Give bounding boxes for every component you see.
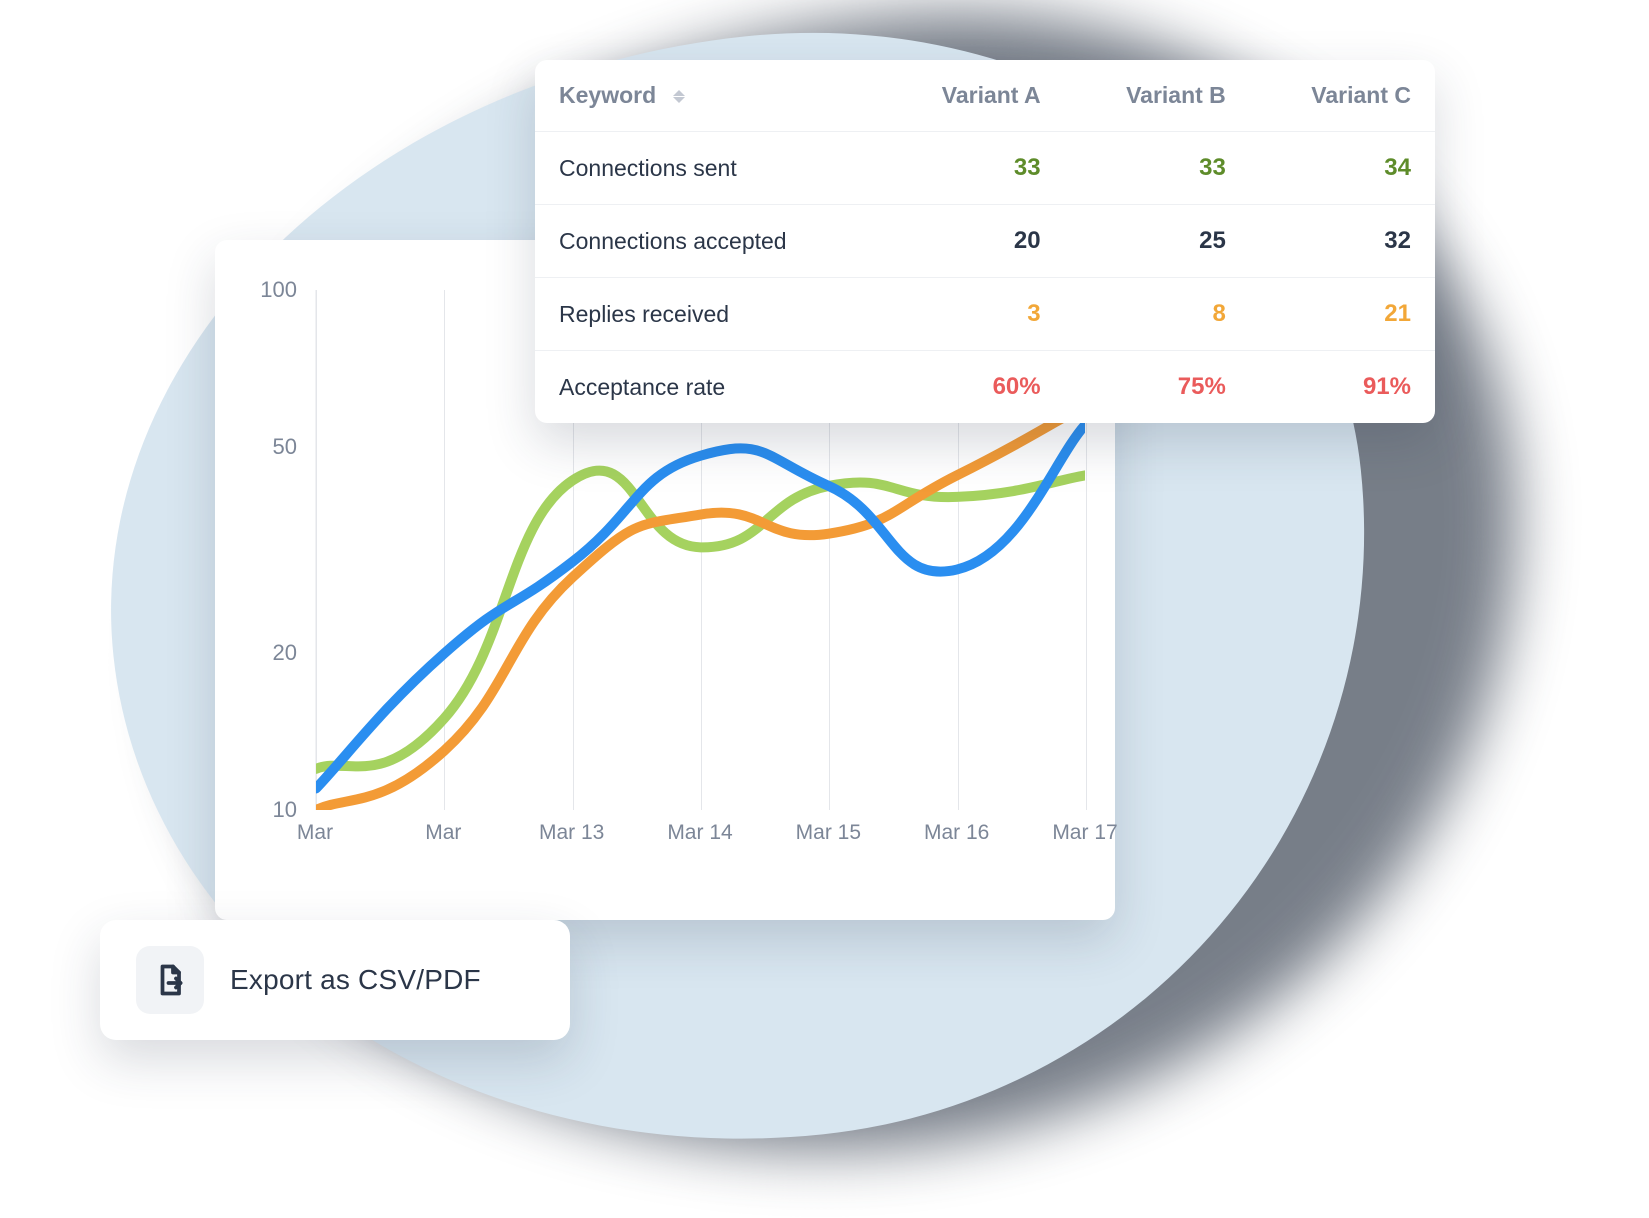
variant-a-header: Variant A	[881, 60, 1065, 132]
keyword-column-header[interactable]: Keyword	[535, 60, 881, 132]
metric-value: 60%	[881, 351, 1065, 424]
x-tick-label: Mar 13	[532, 820, 612, 846]
variant-c-header: Variant C	[1250, 60, 1435, 132]
chart-x-axis: MarMarMar 13Mar 14Mar 15Mar 16Mar 17	[315, 820, 1085, 890]
metric-value: 21	[1250, 278, 1435, 351]
metric-value: 75%	[1065, 351, 1250, 424]
x-tick-label: Mar 15	[788, 820, 868, 846]
sort-icon[interactable]	[673, 90, 685, 103]
metric-label: Connections accepted	[535, 205, 881, 278]
series-line-tangerine	[316, 405, 1085, 810]
export-icon	[136, 946, 204, 1014]
table-row: Replies received3821	[535, 278, 1435, 351]
metric-value: 34	[1250, 132, 1435, 205]
stats-table-body: Connections sent333334Connections accept…	[535, 132, 1435, 424]
table-row: Acceptance rate60%75%91%	[535, 351, 1435, 424]
table-header-row: Keyword Variant A Variant B Variant C	[535, 60, 1435, 132]
metric-value: 33	[881, 132, 1065, 205]
table-row: Connections sent333334	[535, 132, 1435, 205]
x-tick-label: Mar 14	[660, 820, 740, 846]
metric-value: 32	[1250, 205, 1435, 278]
keyword-column-label: Keyword	[559, 82, 656, 108]
chart-y-axis: 102050100	[245, 290, 305, 810]
x-tick-label: Mar 17	[1045, 820, 1125, 846]
metric-value: 91%	[1250, 351, 1435, 424]
stage: 102050100 MarMarMar 13Mar 14Mar 15Mar 16…	[0, 0, 1649, 1218]
metric-value: 20	[881, 205, 1065, 278]
metric-value: 3	[881, 278, 1065, 351]
export-label: Export as CSV/PDF	[230, 964, 481, 996]
stats-table: Keyword Variant A Variant B Variant C Co…	[535, 60, 1435, 423]
variant-b-header: Variant B	[1065, 60, 1250, 132]
metric-value: 25	[1065, 205, 1250, 278]
x-tick-label: Mar 16	[917, 820, 997, 846]
y-tick-label: 100	[260, 277, 297, 303]
metric-label: Replies received	[535, 278, 881, 351]
y-tick-label: 20	[273, 640, 297, 666]
metric-label: Acceptance rate	[535, 351, 881, 424]
table-row: Connections accepted202532	[535, 205, 1435, 278]
stats-table-card: Keyword Variant A Variant B Variant C Co…	[535, 60, 1435, 423]
metric-value: 33	[1065, 132, 1250, 205]
y-tick-label: 50	[273, 434, 297, 460]
export-button[interactable]: Export as CSV/PDF	[100, 920, 570, 1040]
metric-label: Connections sent	[535, 132, 881, 205]
metric-value: 8	[1065, 278, 1250, 351]
x-tick-label: Mar	[275, 820, 355, 846]
x-tick-label: Mar	[403, 820, 483, 846]
